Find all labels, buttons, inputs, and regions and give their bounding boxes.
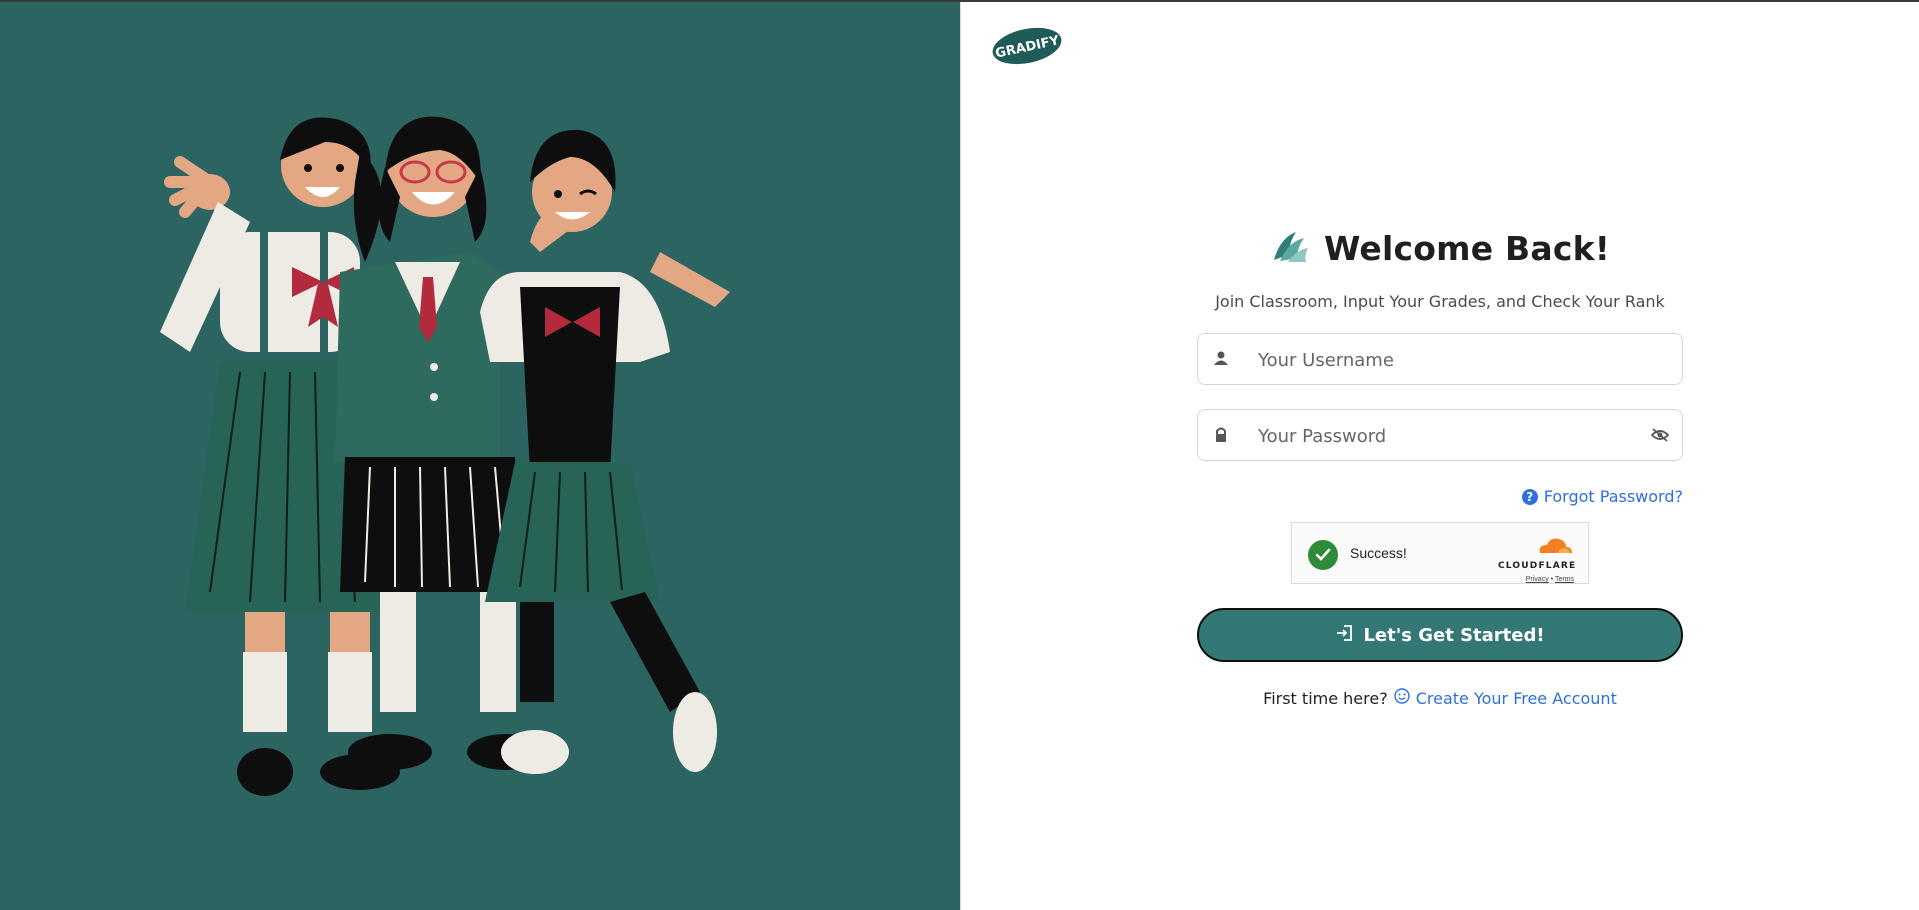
username-field [1197, 333, 1683, 386]
forgot-password-link[interactable]: ? Forgot Password? [1521, 487, 1683, 506]
signup-row: First time here? Create Your Free Accoun… [1197, 688, 1683, 708]
start-label: Let's Get Started! [1363, 624, 1545, 646]
student-right [480, 129, 730, 774]
create-account-link[interactable]: Create Your Free Account [1394, 688, 1617, 708]
lets-get-started-button[interactable]: Let's Get Started! [1197, 608, 1683, 662]
password-field [1197, 409, 1683, 462]
eye-slash-icon[interactable] [1650, 427, 1670, 443]
cloudflare-wordmark: CLOUDFLARE [1498, 561, 1577, 571]
user-icon [1212, 350, 1230, 368]
question-icon: ? [1521, 488, 1538, 505]
captcha-status: Success! [1350, 545, 1407, 561]
cloudflare-links: Privacy • Terms [1498, 576, 1574, 583]
create-account-label: Create Your Free Account [1415, 688, 1617, 708]
illustration-panel [0, 2, 960, 910]
cloudflare-badge: CLOUDFLARE Privacy • Terms [1498, 535, 1577, 583]
link-separator: • [1550, 576, 1554, 583]
smile-icon [1394, 688, 1410, 708]
forgot-row: ? Forgot Password? [1197, 487, 1683, 506]
forgot-password-label: Forgot Password? [1543, 487, 1683, 506]
check-icon [1308, 540, 1338, 570]
lock-icon [1212, 426, 1230, 444]
login-form: Welcome Back! Join Classroom, Input Your… [1197, 220, 1683, 708]
panel-divider [960, 2, 961, 910]
cloudflare-cloud-icon [1534, 538, 1574, 559]
username-input[interactable] [1256, 334, 1632, 386]
page-title: Welcome Back! [1324, 228, 1610, 268]
subtitle: Join Classroom, Input Your Grades, and C… [1215, 292, 1665, 311]
terms-link[interactable]: Terms [1555, 576, 1574, 583]
gradify-logo[interactable]: GRADIFY [990, 24, 1064, 66]
brand-mark-icon [1270, 228, 1310, 269]
privacy-link[interactable]: Privacy [1526, 576, 1549, 583]
title-row: Welcome Back! [1197, 220, 1683, 276]
captcha-widget: Success! CLOUDFLARE Privacy • Terms [1291, 522, 1589, 584]
password-input[interactable] [1256, 410, 1632, 462]
login-icon [1335, 624, 1353, 647]
first-time-text: First time here? [1263, 688, 1388, 708]
students-illustration [160, 116, 730, 796]
